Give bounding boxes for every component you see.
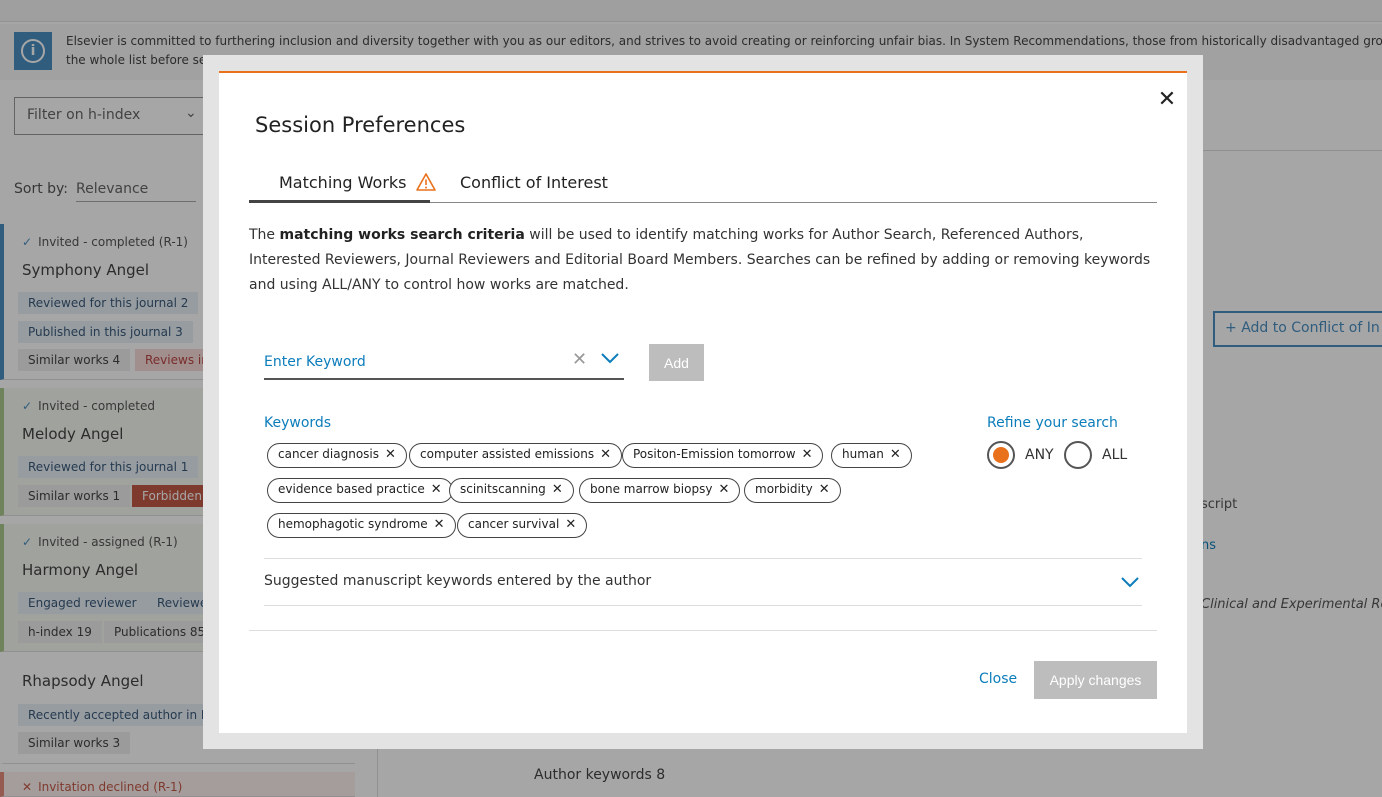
keyword-chip-label: cancer survival — [468, 517, 560, 531]
chevron-down-icon[interactable] — [600, 351, 620, 365]
keyword-chip: scinitscanning ✕ — [449, 478, 574, 503]
clear-icon[interactable]: ✕ — [572, 349, 587, 370]
matching-works-description: The matching works search criteria will … — [249, 223, 1157, 298]
warning-icon — [415, 173, 436, 191]
radio-any[interactable] — [987, 441, 1015, 469]
remove-icon[interactable]: ✕ — [890, 447, 901, 462]
chevron-down-icon — [1121, 577, 1139, 588]
remove-icon[interactable]: ✕ — [434, 517, 445, 532]
radio-all-label[interactable]: ALL — [1102, 447, 1127, 463]
remove-icon[interactable]: ✕ — [385, 447, 396, 462]
dialog-title: Session Preferences — [255, 113, 466, 137]
keyword-chip-label: morbidity — [755, 482, 813, 496]
keyword-chip: cancer survival ✕ — [457, 513, 588, 538]
keyword-chip: bone marrow biopsy ✕ — [579, 478, 741, 503]
keyword-chip-label: evidence based practice — [278, 482, 425, 496]
description-bold: matching works search criteria — [279, 227, 525, 243]
close-icon[interactable]: ✕ — [1153, 85, 1181, 113]
suggested-keywords-label: Suggested manuscript keywords entered by… — [264, 573, 652, 589]
close-button[interactable]: Close — [979, 671, 1017, 687]
keyword-chip: Positon-Emission tomorrow ✕ — [622, 443, 824, 468]
remove-icon[interactable]: ✕ — [802, 447, 813, 462]
remove-icon[interactable]: ✕ — [819, 482, 830, 497]
keyword-chip: evidence based practice ✕ — [267, 478, 453, 503]
radio-all[interactable] — [1064, 441, 1092, 469]
keyword-chip: hemophagotic syndrome ✕ — [267, 513, 456, 538]
keyword-chip-label: cancer diagnosis — [278, 447, 379, 461]
tab-matching-works[interactable]: Matching Works — [249, 169, 436, 203]
keyword-chip: computer assisted emissions ✕ — [409, 443, 622, 468]
radio-any-label[interactable]: ANY — [1025, 447, 1054, 463]
remove-icon[interactable]: ✕ — [565, 517, 576, 532]
tab-label: Matching Works — [279, 173, 407, 192]
keyword-chip-label: bone marrow biopsy — [590, 482, 713, 496]
keyword-combobox: ✕ — [264, 345, 624, 380]
remove-icon[interactable]: ✕ — [718, 482, 729, 497]
keyword-chip: cancer diagnosis ✕ — [267, 443, 407, 468]
keyword-chip-label: Positon-Emission tomorrow — [633, 447, 796, 461]
apply-changes-button[interactable]: Apply changes — [1034, 661, 1157, 699]
keyword-chip-label: human — [842, 447, 884, 461]
keyword-chip: human ✕ — [831, 443, 912, 468]
add-keyword-button[interactable]: Add — [649, 344, 704, 381]
refine-search-label: Refine your search — [987, 415, 1118, 431]
keyword-chip: morbidity ✕ — [744, 478, 841, 503]
keyword-chip-label: hemophagotic syndrome — [278, 517, 428, 531]
tab-conflict-of-interest[interactable]: Conflict of Interest — [460, 169, 608, 203]
remove-icon[interactable]: ✕ — [552, 482, 563, 497]
divider — [249, 630, 1157, 631]
tab-bar: Matching Works Conflict of Interest — [249, 169, 1157, 203]
description-prefix: The — [249, 227, 280, 243]
keyword-chip-label: computer assisted emissions — [420, 447, 595, 461]
keywords-label: Keywords — [264, 415, 332, 431]
session-preferences-dialog: ✕ Session Preferences Matching Works Con… — [219, 71, 1187, 733]
remove-icon[interactable]: ✕ — [431, 482, 442, 497]
suggested-keywords-accordion[interactable]: Suggested manuscript keywords entered by… — [264, 558, 1142, 606]
keyword-input[interactable] — [264, 351, 564, 373]
remove-icon[interactable]: ✕ — [600, 447, 611, 462]
keyword-chip-label: scinitscanning — [460, 482, 546, 496]
